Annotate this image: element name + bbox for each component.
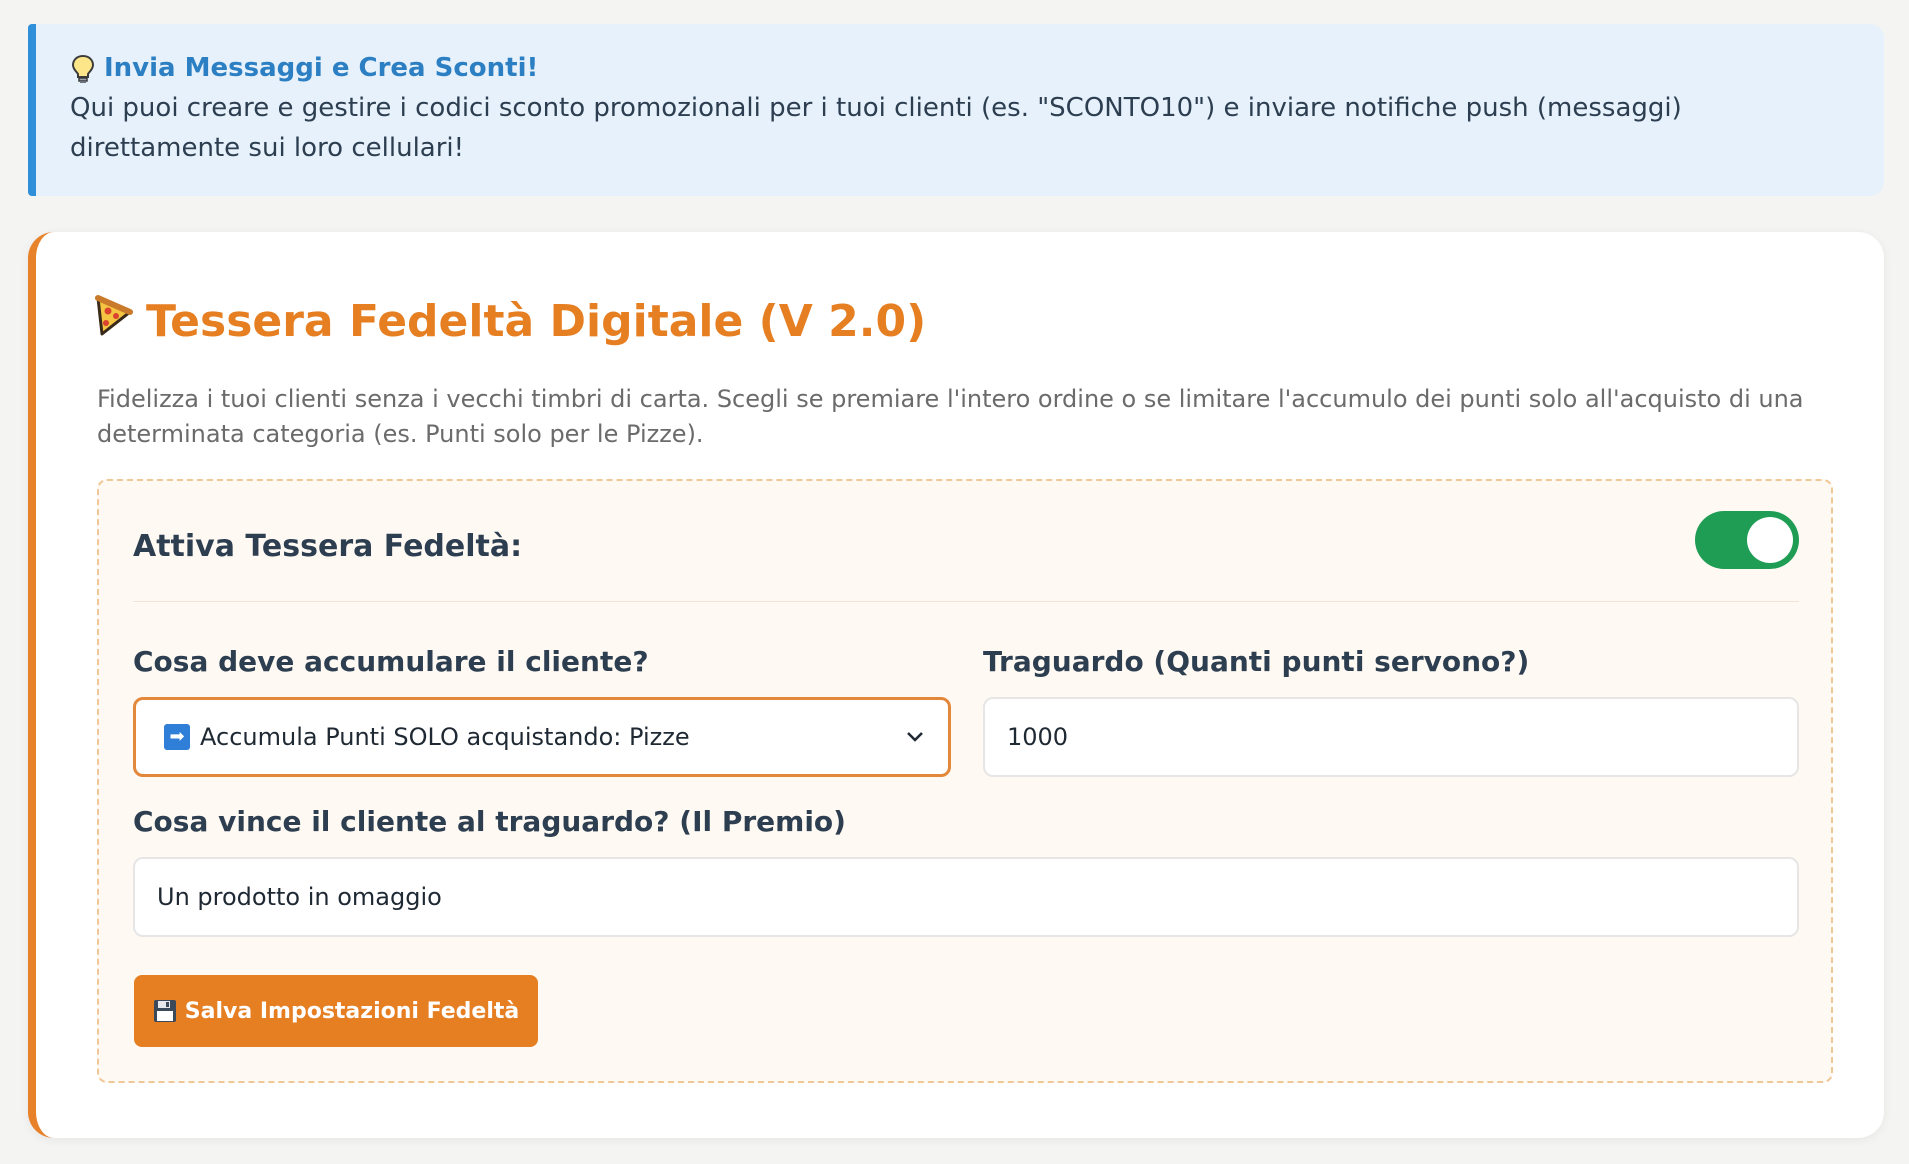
accumulate-select-value: ➡ Accumula Punti SOLO acquistando: Pizze [164, 723, 690, 751]
info-banner: Invia Messaggi e Crea Sconti! Qui puoi c… [28, 24, 1884, 196]
loyalty-card: Tessera Fedeltà Digitale (V 2.0) Fideliz… [28, 232, 1884, 1138]
card-description: Fidelizza i tuoi clienti senza i vecchi … [97, 385, 1804, 448]
save-button-label: Salva Impostazioni Fedeltà [184, 998, 520, 1024]
lightbulb-icon [70, 54, 96, 84]
info-banner-title: Invia Messaggi e Crea Sconti! [70, 52, 1844, 86]
accumulate-select[interactable]: ➡ Accumula Punti SOLO acquistando: Pizze [133, 697, 951, 777]
pizza-icon [94, 294, 134, 349]
loyalty-settings-panel: Attiva Tessera Fedeltà: Cosa deve accumu… [97, 479, 1833, 1083]
toggle-knob [1747, 517, 1793, 563]
prize-input[interactable]: Un prodotto in omaggio [133, 857, 1799, 937]
card-title: Tessera Fedeltà Digitale (V 2.0) [94, 294, 926, 349]
floppy-disk-icon [153, 1000, 176, 1022]
goal-input[interactable]: 1000 [983, 697, 1799, 777]
right-arrow-icon: ➡ [164, 724, 190, 750]
goal-label: Traguardo (Quanti punti servono?) [983, 645, 1530, 678]
chevron-down-icon [907, 732, 923, 742]
info-banner-text: Qui puoi creare e gestire i codici scont… [70, 92, 1682, 163]
loyalty-toggle[interactable] [1695, 511, 1799, 569]
toggle-row: Attiva Tessera Fedeltà: [133, 511, 1799, 602]
toggle-label: Attiva Tessera Fedeltà: [133, 529, 523, 564]
card-title-text: Tessera Fedeltà Digitale (V 2.0) [146, 296, 927, 347]
accumulate-value-text: Accumula Punti SOLO acquistando: Pizze [200, 723, 690, 751]
accumulate-label: Cosa deve accumulare il cliente? [133, 645, 649, 678]
info-title-text: Invia Messaggi e Crea Sconti! [104, 53, 539, 83]
save-loyalty-button[interactable]: Salva Impostazioni Fedeltà [134, 975, 538, 1047]
prize-label: Cosa vince il cliente al traguardo? (Il … [133, 805, 846, 838]
